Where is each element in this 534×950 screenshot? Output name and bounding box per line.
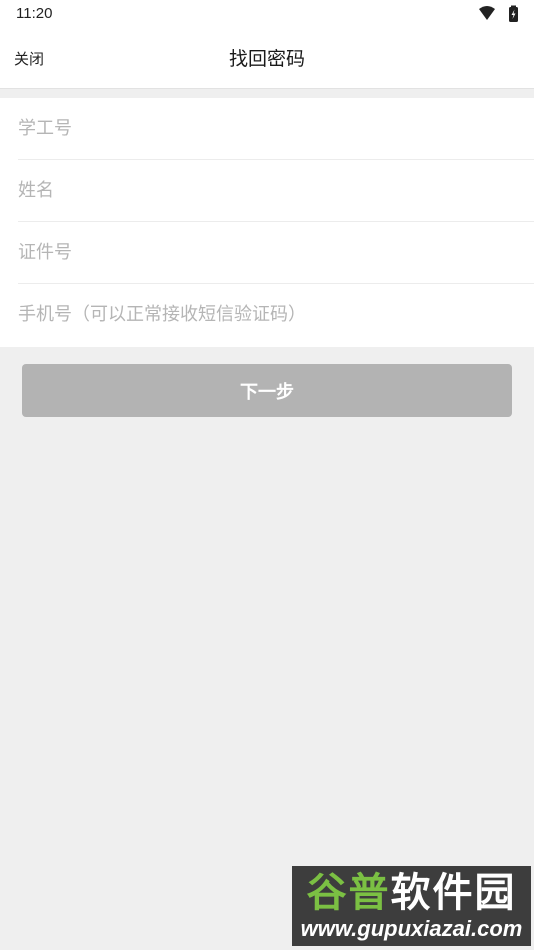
nav-bar: 关闭 找回密码 bbox=[0, 28, 534, 89]
watermark-logo: 谷普软件园 www.gupuxiazai.com bbox=[292, 866, 531, 946]
status-bar: 11:20 bbox=[0, 0, 534, 28]
name-row bbox=[18, 160, 534, 222]
page-title: 找回密码 bbox=[228, 48, 305, 70]
watermark-brand: 谷普软件园 bbox=[296, 870, 527, 916]
wifi-icon bbox=[479, 6, 495, 20]
student-id-row bbox=[18, 98, 534, 160]
id-number-input[interactable] bbox=[18, 222, 518, 282]
phone-input[interactable] bbox=[18, 284, 518, 344]
status-time: 11:20 bbox=[16, 5, 53, 22]
watermark-brand-part2: 软件园 bbox=[390, 870, 517, 916]
battery-charging-icon bbox=[509, 5, 518, 22]
status-icons bbox=[479, 5, 518, 22]
id-number-row bbox=[18, 222, 534, 284]
recover-password-form bbox=[0, 98, 534, 347]
student-id-input[interactable] bbox=[18, 98, 518, 158]
watermark-brand-part1: 谷普 bbox=[306, 870, 391, 916]
phone-row bbox=[18, 284, 534, 346]
name-input[interactable] bbox=[18, 160, 518, 220]
next-step-button[interactable]: 下一步 bbox=[22, 364, 512, 417]
watermark-url: www.gupuxiazai.com bbox=[300, 916, 523, 941]
